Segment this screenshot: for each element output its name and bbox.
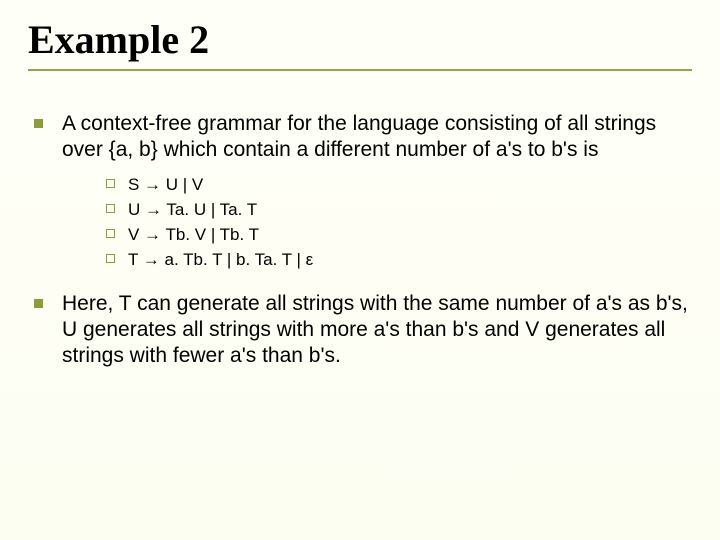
grammar-rules-list: S → U | V U → Ta. U | Ta. T V → Tb. V | … [102,174,692,271]
bullet-list: A context-free grammar for the language … [28,111,692,369]
grammar-rule: S → U | V [102,174,692,195]
grammar-rule-text: U → Ta. U | Ta. T [128,200,257,219]
grammar-rule: U → Ta. U | Ta. T [102,199,692,220]
slide-body: A context-free grammar for the language … [28,111,692,369]
grammar-rule-text: V → Tb. V | Tb. T [128,225,259,244]
bullet-intro-text: A context-free grammar for the language … [62,112,656,161]
grammar-rule-text: T → a. Tb. T | b. Ta. T | ε [128,250,313,269]
slide-title: Example 2 [28,16,692,63]
bullet-intro: A context-free grammar for the language … [28,111,692,271]
bullet-explanation-text: Here, T can generate all strings with th… [62,292,688,368]
grammar-rule: T → a. Tb. T | b. Ta. T | ε [102,249,692,270]
grammar-rule-text: S → U | V [128,175,203,194]
bullet-explanation: Here, T can generate all strings with th… [28,291,692,370]
grammar-rule: V → Tb. V | Tb. T [102,224,692,245]
slide: Example 2 A context-free grammar for the… [0,0,720,540]
title-underline [28,69,692,71]
